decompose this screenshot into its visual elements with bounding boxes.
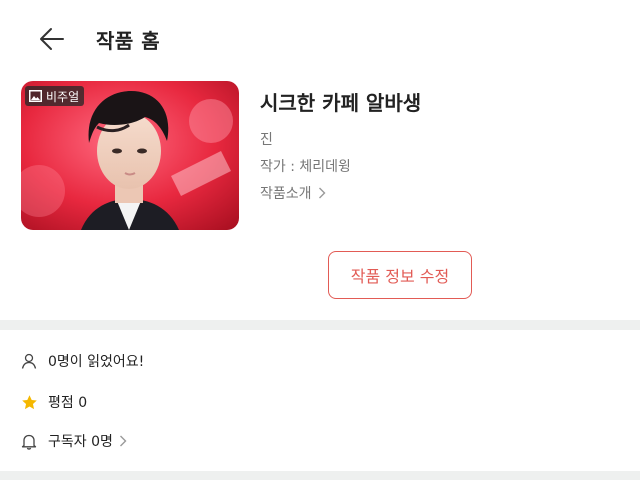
arrow-left-icon xyxy=(40,28,64,50)
person-icon xyxy=(20,352,38,370)
rating-value: 평점 0 xyxy=(48,395,88,411)
page-title: 작품 홈 xyxy=(96,29,161,53)
section-divider xyxy=(0,320,640,330)
back-button[interactable] xyxy=(36,24,68,54)
edit-work-info-button[interactable]: 작품 정보 수정 xyxy=(328,251,472,299)
badge-label: 비주얼 xyxy=(46,89,80,104)
chevron-right-icon xyxy=(119,435,127,447)
work-intro-link[interactable]: 작품소개 xyxy=(260,183,326,203)
image-icon xyxy=(29,90,42,102)
work-author: 작가 : 체리데윙 xyxy=(260,159,351,175)
cover-image[interactable]: 비주얼 xyxy=(21,81,239,230)
star-icon xyxy=(20,393,38,411)
work-stats: 0명이 읽었어요! 평점 0 구독자 0명 xyxy=(0,330,640,471)
readers-row: 0명이 읽었어요! xyxy=(20,346,144,376)
work-title: 시크한 카페 알바생 xyxy=(260,91,422,115)
work-intro-label: 작품소개 xyxy=(260,186,312,202)
app-header: 작품 홈 xyxy=(0,0,640,78)
section-divider xyxy=(0,471,640,480)
chevron-right-icon xyxy=(318,187,326,199)
subscribers-count: 구독자 0명 xyxy=(48,434,113,450)
rating-row: 평점 0 xyxy=(20,387,87,417)
work-genre: 진 xyxy=(260,132,273,148)
subscribers-row[interactable]: 구독자 0명 xyxy=(20,426,127,456)
visual-badge: 비주얼 xyxy=(25,86,85,106)
readers-count: 0명이 읽었어요! xyxy=(48,354,145,370)
bell-icon xyxy=(20,432,38,450)
work-info-section: 비주얼 시크한 카페 알바생 진 작가 : 체리데윙 작품소개 작품 정보 수정 xyxy=(0,78,640,320)
